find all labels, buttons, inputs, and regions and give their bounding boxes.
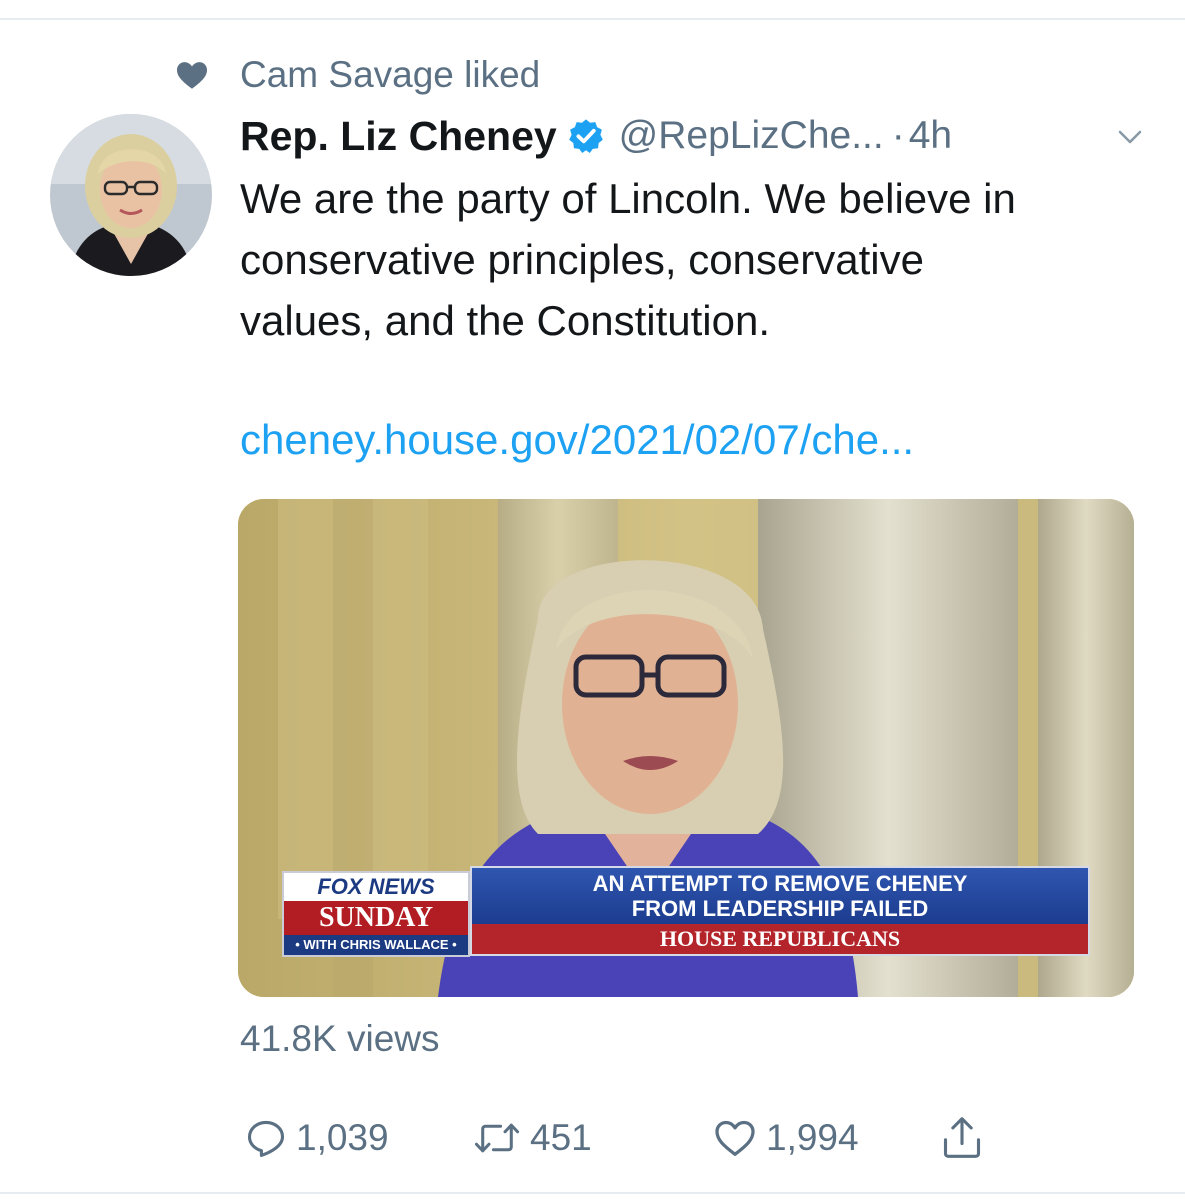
share-button[interactable] [940,1112,984,1164]
verified-badge-icon [568,119,603,153]
like-count: 1,994 [766,1117,859,1158]
tweet-link[interactable]: cheney.house.gov/2021/02/07/che... [240,416,914,464]
tweet-text: We are the party of Lincoln. We believe … [240,168,1150,351]
retweet-count: 451 [530,1117,592,1158]
avatar[interactable] [50,114,212,276]
headline-banner: AN ATTEMPT TO REMOVE CHENEY FROM LEADERS… [470,866,1090,956]
news-lower-third: FOX NEWS SUNDAY • WITH CHRIS WALLACE • A… [282,866,1090,957]
share-icon [943,1117,981,1158]
view-count: 41.8K views [240,1018,440,1059]
chevron-down-icon[interactable] [1115,122,1145,152]
video-thumbnail[interactable]: FOX NEWS SUNDAY • WITH CHRIS WALLACE • A… [238,499,1134,997]
reply-icon [247,1120,285,1157]
bottom-divider [0,1192,1185,1194]
network-name: FOX NEWS [284,873,468,901]
show-name: SUNDAY [284,901,468,935]
social-context: Cam Savage liked [174,52,540,98]
social-context-text[interactable]: Cam Savage liked [240,54,540,96]
tweet-text-line: We are the party of Lincoln. We believe … [240,175,1016,222]
display-name[interactable]: Rep. Liz Cheney [240,113,557,160]
retweet-icon [474,1123,520,1153]
headline-line: FROM LEADERSHIP FAILED [631,896,929,921]
top-divider [0,18,1185,20]
headline-text: AN ATTEMPT TO REMOVE CHENEY FROM LEADERS… [472,868,1088,924]
action-bar: 1,039 451 1,994 [240,1112,1020,1164]
reply-count: 1,039 [296,1117,389,1158]
host-line: • WITH CHRIS WALLACE • [284,935,468,955]
headline-line: AN ATTEMPT TO REMOVE CHENEY [592,871,968,896]
reply-button[interactable]: 1,039 [244,1112,389,1164]
tweet-text-line: conservative principles, conservative [240,236,924,283]
network-logo: FOX NEWS SUNDAY • WITH CHRIS WALLACE • [282,871,470,957]
timestamp[interactable]: 4h [909,114,952,158]
tweet-header: Rep. Liz Cheney @RepLizChe... · 4h [240,110,1145,162]
heart-filled-icon [177,62,207,89]
headline-subline: HOUSE REPUBLICANS [472,924,1088,954]
separator-dot: · [891,114,905,157]
retweet-button[interactable]: 451 [472,1112,592,1164]
like-button[interactable]: 1,994 [712,1112,859,1164]
heart-outline-icon [715,1120,755,1156]
user-handle[interactable]: @RepLizChe... [619,114,884,158]
tweet-text-line: values, and the Constitution. [240,297,771,344]
